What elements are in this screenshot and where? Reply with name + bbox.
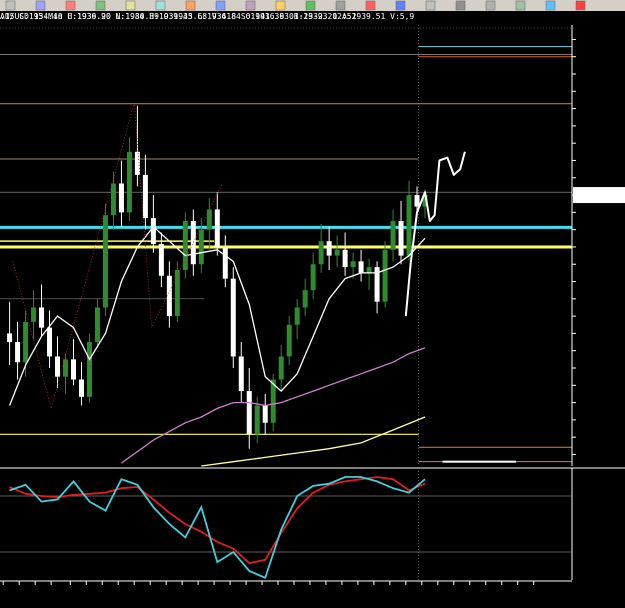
candle-body <box>94 307 100 343</box>
fib-icon[interactable] <box>245 0 256 11</box>
candle-body <box>86 342 92 397</box>
candle-body <box>318 241 324 265</box>
zigzag-line <box>12 102 223 410</box>
price-panel[interactable] <box>0 25 572 467</box>
candle-body <box>326 241 332 256</box>
current-price-tag <box>573 187 625 204</box>
bars-icon[interactable] <box>335 0 346 11</box>
candle-body <box>78 379 84 397</box>
candle-body <box>230 278 236 357</box>
candle-body <box>63 359 69 377</box>
candle-body <box>302 290 308 308</box>
candle-body <box>142 174 148 219</box>
candle-body <box>102 215 108 308</box>
candle-body <box>294 307 300 325</box>
candle-body <box>55 356 61 377</box>
candle-body <box>390 221 396 250</box>
price-axis[interactable] <box>571 25 625 466</box>
candle-body <box>334 249 340 256</box>
moving-average-ma_slow <box>201 416 426 467</box>
candle-body <box>222 246 228 279</box>
candle-body <box>286 324 292 357</box>
candle-body <box>110 183 116 216</box>
grid-icon[interactable] <box>425 0 436 11</box>
candle-body <box>406 195 412 256</box>
stochastic-line-stoch_cyan <box>9 476 426 580</box>
candle-body <box>382 249 388 302</box>
zoom-icon[interactable] <box>95 0 106 11</box>
candle-body <box>39 307 45 328</box>
candle-body <box>254 405 260 435</box>
candle-body <box>310 264 316 291</box>
refresh-icon[interactable] <box>545 0 556 11</box>
print-icon[interactable] <box>485 0 496 11</box>
candle-body <box>190 221 196 265</box>
color-icon[interactable] <box>275 0 286 11</box>
candle-body <box>118 183 124 213</box>
candle-body <box>398 221 404 256</box>
candle-body <box>47 327 53 357</box>
candle-body <box>414 195 420 207</box>
pencil-icon[interactable] <box>35 0 46 11</box>
time-axis[interactable] <box>0 580 572 585</box>
chart[interactable]: AU/USD 15-Min C:1939.20 N:1.80 H:1939.43… <box>0 0 625 608</box>
forecast-drawing <box>404 151 466 317</box>
candle-body <box>206 209 212 230</box>
stochastic-panel[interactable] <box>0 467 625 580</box>
candle-body <box>23 321 29 363</box>
save-icon[interactable] <box>515 0 526 11</box>
crosshair-icon[interactable] <box>125 0 136 11</box>
candle-body <box>342 249 348 268</box>
candle-body <box>366 267 372 273</box>
candle-body <box>70 359 76 380</box>
candle-body <box>15 342 21 363</box>
candle-body <box>238 356 244 392</box>
chart-icon[interactable] <box>305 0 316 11</box>
candle-body <box>358 261 364 273</box>
candle-body <box>134 151 140 175</box>
candle-body <box>158 244 164 276</box>
stochastic-line-stoch_red <box>9 476 426 565</box>
candle-body <box>174 270 180 317</box>
candle-body <box>182 221 188 270</box>
text-icon[interactable] <box>155 0 166 11</box>
close-icon[interactable] <box>575 0 586 11</box>
arrow-icon[interactable] <box>185 0 196 11</box>
trendline-icon[interactable] <box>215 0 226 11</box>
cross-icon[interactable] <box>65 0 76 11</box>
line-icon[interactable] <box>395 0 406 11</box>
candle-body <box>31 307 37 322</box>
symbol-line: AU/USD 15-Min C:1939.20 N:1.80 H:1939.43… <box>0 12 414 21</box>
candle-body <box>214 209 220 247</box>
candle-body <box>278 356 284 380</box>
candle-body <box>198 229 204 265</box>
candle-body <box>246 391 252 435</box>
candle-body <box>262 405 268 423</box>
candle-body <box>350 261 356 268</box>
box-icon[interactable] <box>5 0 16 11</box>
yest-mid-marker <box>442 460 517 463</box>
candle-body <box>150 218 156 245</box>
candle-body <box>126 151 132 213</box>
candle-body <box>7 333 13 343</box>
candle-icon[interactable] <box>365 0 376 11</box>
settings-icon[interactable] <box>455 0 466 11</box>
